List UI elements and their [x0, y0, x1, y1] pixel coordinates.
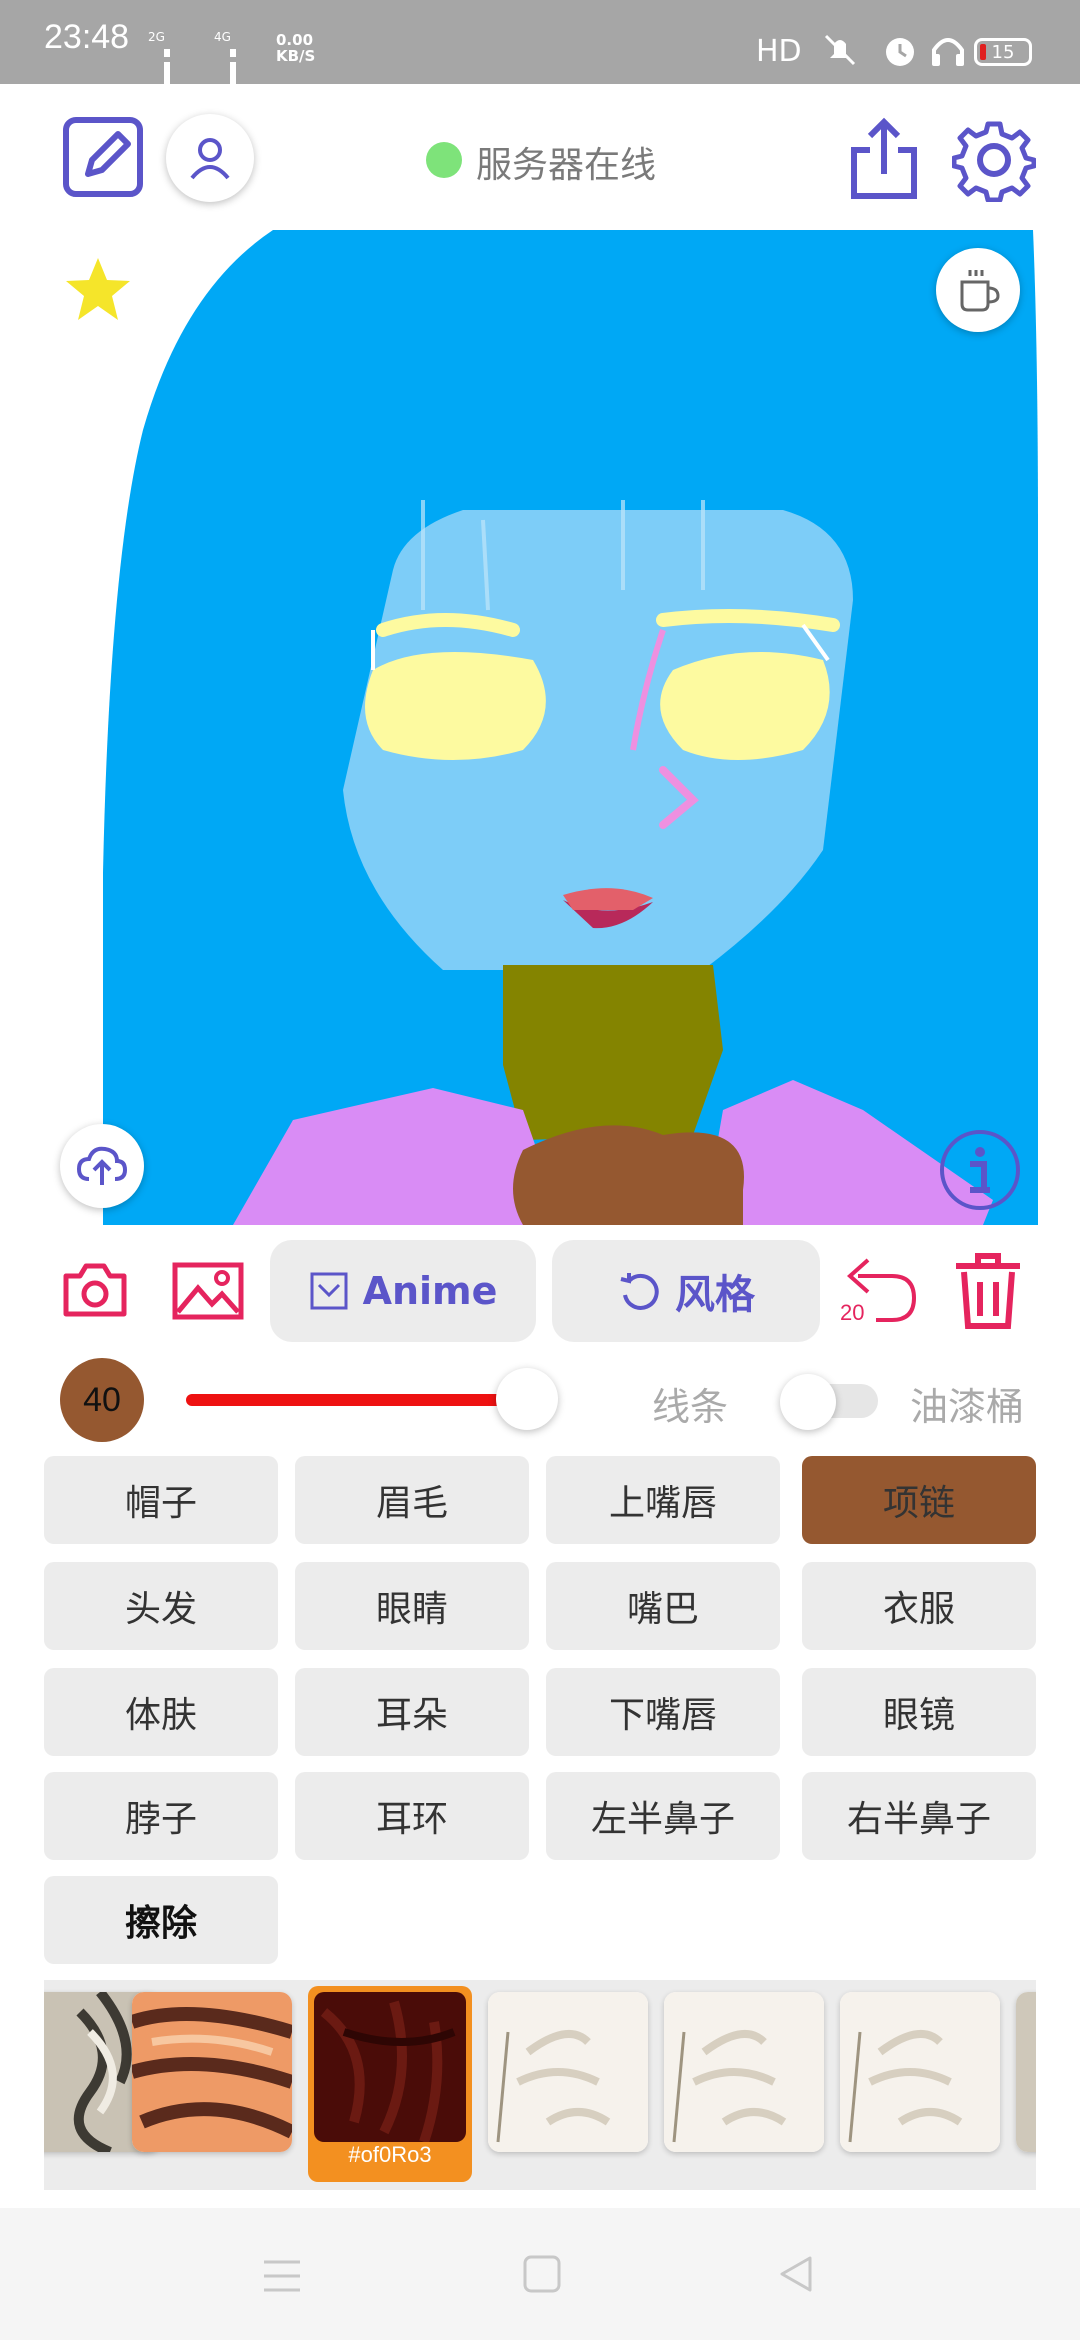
home-nav-icon[interactable] — [522, 2254, 562, 2298]
menu-nav-icon[interactable] — [262, 2258, 302, 2298]
speed-value: 0.00 — [276, 31, 314, 49]
profile-button[interactable] — [166, 114, 254, 202]
texture-swatch-strip[interactable]: #of0Ro3 — [44, 1980, 1036, 2190]
anime-model-button[interactable]: Anime — [270, 1240, 536, 1342]
part-button[interactable]: 衣服 — [802, 1562, 1036, 1650]
alarm-icon — [880, 30, 920, 74]
headphones-icon — [928, 30, 968, 74]
camera-icon — [63, 1263, 127, 1317]
share-button[interactable] — [848, 116, 920, 202]
part-selector-grid: 帽子 眉毛 上嘴唇 项链头发 眼睛 嘴巴 衣服体肤 耳朵 下嘴唇 眼镜脖子 耳环 左半鼻子 右半鼻子擦除 — [44, 1456, 1036, 1966]
cloud-upload-icon — [76, 1146, 128, 1185]
part-button[interactable]: 眼镜 — [802, 1668, 1036, 1756]
part-button[interactable]: 下嘴唇 — [546, 1668, 780, 1756]
upload-cloud-button[interactable] — [60, 1124, 144, 1208]
info-icon — [940, 1130, 1020, 1210]
trash-icon — [956, 1253, 1020, 1329]
brush-size-value: 40 — [83, 1380, 121, 1419]
speed-unit: KB/S — [276, 47, 316, 65]
share-icon — [851, 117, 917, 199]
favorite-star-icon[interactable] — [62, 254, 134, 326]
style-label: 风格 — [675, 1272, 755, 1318]
coffee-cup-icon — [960, 270, 1000, 312]
user-icon — [190, 138, 230, 180]
info-button[interactable] — [938, 1128, 1022, 1212]
refresh-icon — [620, 1273, 659, 1310]
part-button[interactable]: 右半鼻子 — [802, 1772, 1036, 1860]
paint-bucket-toggle[interactable] — [780, 1374, 886, 1430]
part-button[interactable]: 上嘴唇 — [546, 1456, 780, 1544]
toggle-knob — [780, 1374, 836, 1430]
sketch-image — [103, 230, 1038, 1225]
network-type-2: 4G — [214, 30, 231, 44]
edit-icon[interactable] — [62, 116, 146, 200]
image-icon — [172, 1262, 244, 1320]
battery-icon: 15 — [974, 38, 1032, 66]
battery-level: 15 — [991, 41, 1015, 63]
status-time: 23:48 — [44, 18, 130, 56]
gallery-button[interactable] — [172, 1262, 244, 1320]
dropdown-box-icon — [310, 1272, 348, 1310]
swatch-selected[interactable]: #of0Ro3 — [308, 1986, 472, 2182]
settings-button[interactable] — [952, 118, 1036, 202]
part-button[interactable]: 体肤 — [44, 1668, 278, 1756]
style-button[interactable]: 风格 — [552, 1240, 820, 1342]
status-bar: 23:48 2G 4G 0.00 KB/S HD 15 — [0, 0, 1080, 124]
paint-bucket-label: 油漆桶 — [910, 1385, 1025, 1429]
swatch-texture[interactable] — [1016, 1992, 1036, 2152]
part-button[interactable]: 耳环 — [295, 1772, 529, 1860]
part-button[interactable]: 嘴巴 — [546, 1562, 780, 1650]
part-button[interactable]: 眼睛 — [295, 1562, 529, 1650]
slider-track-fill — [186, 1394, 528, 1406]
part-button[interactable]: 耳朵 — [295, 1668, 529, 1756]
part-button[interactable]: 擦除 — [44, 1876, 278, 1964]
part-button[interactable]: 眉毛 — [295, 1456, 529, 1544]
server-status-dot — [426, 142, 462, 178]
server-status-text: 服务器在线 — [476, 145, 657, 186]
part-button[interactable]: 头发 — [44, 1562, 278, 1650]
gear-icon — [952, 121, 1036, 202]
swatch-texture[interactable] — [664, 1992, 824, 2152]
swatch-texture[interactable] — [488, 1992, 648, 2152]
drawing-canvas[interactable] — [103, 230, 1038, 1225]
network-speed: 0.00 KB/S — [276, 32, 315, 64]
part-button[interactable]: 左半鼻子 — [546, 1772, 780, 1860]
mute-icon — [820, 30, 860, 74]
line-mode-label: 线条 — [652, 1385, 729, 1429]
brush-size-indicator: 40 — [60, 1358, 144, 1442]
part-button[interactable]: 项链 — [802, 1456, 1036, 1544]
back-nav-icon[interactable] — [776, 2254, 816, 2298]
swatch-texture[interactable] — [840, 1992, 1000, 2152]
delete-button[interactable] — [952, 1250, 1024, 1330]
slider-thumb[interactable] — [496, 1368, 559, 1430]
undo-button[interactable]: 20 — [840, 1252, 920, 1328]
undo-count: 20 — [840, 1300, 865, 1325]
hd-indicator: HD — [756, 34, 802, 69]
system-navigation-bar — [0, 2208, 1080, 2340]
swatch-selected-label: #of0Ro3 — [348, 2142, 432, 2167]
part-button[interactable]: 帽子 — [44, 1456, 278, 1544]
coffee-button[interactable] — [936, 248, 1020, 332]
brush-size-slider[interactable] — [186, 1368, 602, 1430]
anime-label: Anime — [362, 1269, 498, 1313]
part-button[interactable]: 脖子 — [44, 1772, 278, 1860]
swatch-texture[interactable] — [132, 1992, 292, 2152]
network-type-1: 2G — [148, 30, 165, 44]
camera-button[interactable] — [62, 1262, 128, 1318]
